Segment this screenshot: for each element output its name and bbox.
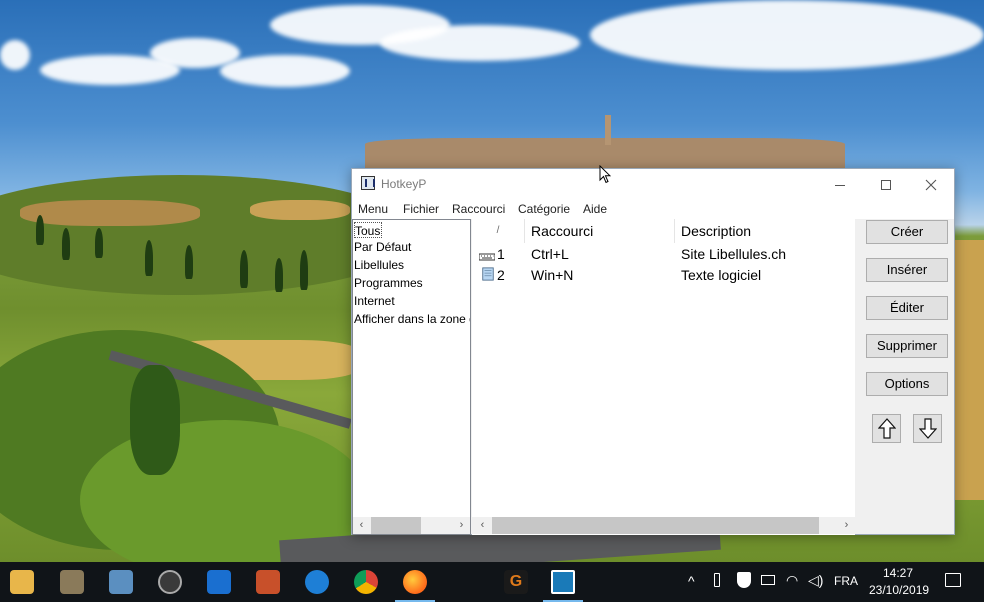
category-item-tous[interactable]: Tous bbox=[354, 222, 382, 238]
scroll-right-icon[interactable]: › bbox=[453, 517, 470, 534]
cloud bbox=[220, 55, 350, 87]
tower bbox=[605, 115, 611, 145]
file-explorer-icon[interactable] bbox=[10, 570, 34, 594]
row-index: 1 bbox=[497, 246, 505, 262]
category-item-zone-notification[interactable]: Afficher dans la zone d bbox=[354, 311, 470, 327]
menu-bar: Menu Fichier Raccourci Catégorie Aide bbox=[352, 199, 954, 219]
tree bbox=[300, 250, 308, 290]
menu-categorie[interactable]: Catégorie bbox=[518, 202, 570, 216]
scroll-right-icon[interactable]: › bbox=[838, 517, 855, 534]
field bbox=[250, 200, 350, 220]
create-button[interactable]: Créer bbox=[866, 220, 948, 244]
chevron-up-icon[interactable]: ^ bbox=[688, 573, 695, 589]
category-item-internet[interactable]: Internet bbox=[354, 293, 395, 309]
menu-fichier[interactable]: Fichier bbox=[403, 202, 439, 216]
maximize-button[interactable] bbox=[863, 169, 909, 199]
move-down-button[interactable] bbox=[913, 414, 942, 443]
shortcut-list[interactable]: / Raccourci Description 1 Ctrl+L Site Li… bbox=[472, 219, 855, 535]
row-index: 2 bbox=[497, 267, 505, 283]
tree bbox=[95, 228, 103, 258]
speedometer-icon[interactable] bbox=[158, 570, 182, 594]
shield-icon[interactable] bbox=[737, 572, 751, 588]
options-button[interactable]: Options bbox=[866, 372, 948, 396]
volume-icon[interactable]: ◁) bbox=[808, 572, 823, 589]
app-icon bbox=[361, 176, 375, 190]
scroll-left-icon[interactable]: ‹ bbox=[474, 517, 491, 534]
arrow-up-icon bbox=[878, 418, 896, 439]
wifi-icon[interactable]: ◠ bbox=[786, 572, 798, 589]
row-shortcut: Ctrl+L bbox=[531, 246, 569, 262]
category-item-programmes[interactable]: Programmes bbox=[354, 275, 423, 291]
edit-button[interactable]: Éditer bbox=[866, 296, 948, 320]
tree bbox=[130, 365, 180, 475]
scroll-left-icon[interactable]: ‹ bbox=[353, 517, 370, 534]
firefox-icon[interactable] bbox=[403, 570, 427, 594]
move-up-button[interactable] bbox=[872, 414, 901, 443]
arrow-down-icon bbox=[919, 418, 937, 439]
field bbox=[20, 200, 200, 226]
window-title: HotkeyP bbox=[381, 177, 427, 191]
g-app-icon[interactable]: G bbox=[504, 570, 528, 594]
row-shortcut: Win+N bbox=[531, 267, 574, 283]
clock-date[interactable]: 23/10/2019 bbox=[869, 583, 929, 597]
minimize-button[interactable] bbox=[817, 169, 863, 199]
hotkeyp-taskbar-icon[interactable] bbox=[551, 570, 575, 594]
clock-time[interactable]: 14:27 bbox=[883, 566, 913, 580]
category-item-par-defaut[interactable]: Par Défaut bbox=[354, 239, 411, 255]
close-icon bbox=[925, 179, 937, 191]
battery-icon[interactable] bbox=[761, 575, 775, 585]
delete-button[interactable]: Supprimer bbox=[866, 334, 948, 358]
minimize-icon bbox=[835, 184, 845, 186]
usb-icon[interactable] bbox=[714, 573, 720, 587]
tree bbox=[145, 240, 153, 276]
category-item-libellules[interactable]: Libellules bbox=[354, 257, 404, 273]
chrome-icon[interactable] bbox=[354, 570, 378, 594]
menu-raccourci[interactable]: Raccourci bbox=[452, 202, 505, 216]
language-indicator[interactable]: FRA bbox=[834, 574, 858, 588]
menu-menu[interactable]: Menu bbox=[358, 202, 388, 216]
notepad-icon bbox=[482, 267, 494, 281]
app-icon-2[interactable] bbox=[60, 570, 84, 594]
tree bbox=[275, 258, 283, 292]
scroll-thumb[interactable] bbox=[492, 517, 819, 534]
close-button[interactable] bbox=[908, 169, 954, 199]
category-horizontal-scrollbar[interactable]: ‹ › bbox=[353, 517, 470, 534]
malwarebytes-icon[interactable] bbox=[207, 570, 231, 594]
insert-button[interactable]: Insérer bbox=[866, 258, 948, 282]
tree bbox=[62, 228, 70, 260]
row-description: Site Libellules.ch bbox=[681, 246, 787, 262]
cloud bbox=[590, 0, 984, 70]
keyboard-icon bbox=[479, 253, 495, 261]
tree bbox=[36, 215, 44, 245]
tree bbox=[185, 245, 193, 279]
taskbar: G ^ ◠ ◁) FRA 14:27 23/10/2019 bbox=[0, 562, 984, 602]
column-header-raccourci[interactable]: Raccourci bbox=[525, 219, 675, 243]
column-header-description[interactable]: Description bbox=[675, 219, 855, 243]
cloud bbox=[380, 25, 580, 61]
column-header-index[interactable]: / bbox=[472, 219, 525, 243]
app-icon-3[interactable] bbox=[109, 570, 133, 594]
category-list[interactable]: Tous Par Défaut Libellules Programmes In… bbox=[352, 219, 471, 535]
title-bar[interactable]: HotkeyP bbox=[352, 169, 954, 199]
hotkeyp-window: HotkeyP Menu Fichier Raccourci Catégorie… bbox=[351, 168, 955, 535]
row-description: Texte logiciel bbox=[681, 267, 762, 283]
maximize-icon bbox=[881, 180, 891, 191]
edge-icon[interactable] bbox=[305, 570, 329, 594]
cloud bbox=[0, 40, 30, 70]
scroll-thumb[interactable] bbox=[371, 517, 421, 534]
mouse-cursor-icon bbox=[599, 165, 611, 184]
shortcut-horizontal-scrollbar[interactable]: ‹ › bbox=[472, 517, 855, 534]
menu-aide[interactable]: Aide bbox=[583, 202, 607, 216]
ccleaner-icon[interactable] bbox=[256, 570, 280, 594]
notification-icon[interactable] bbox=[945, 573, 961, 587]
tree bbox=[240, 250, 248, 288]
field bbox=[955, 240, 984, 500]
